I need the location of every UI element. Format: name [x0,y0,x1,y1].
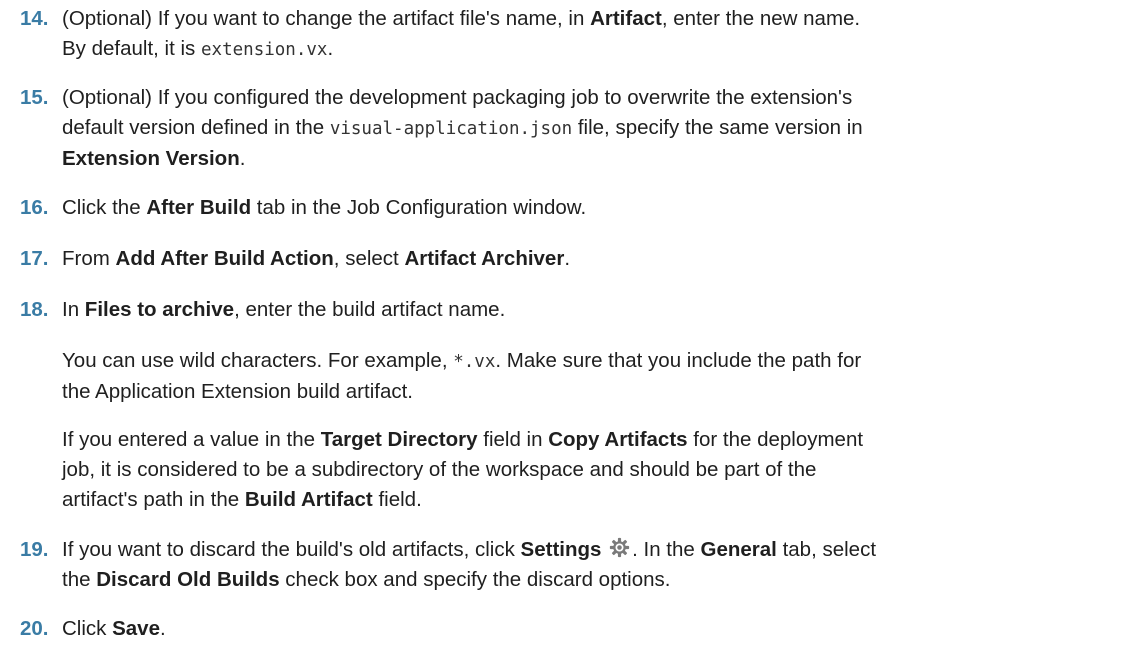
code-filename: extension.vx [201,40,328,60]
ui-term-artifact: Artifact [590,7,662,30]
step-text: In Files to archive, enter the build art… [62,298,506,321]
ui-term-target-directory: Target Directory [320,428,478,451]
ui-term-copy-artifacts: Copy Artifacts [548,428,688,451]
step-15: 15. (Optional) If you configured the dev… [0,83,1110,174]
ui-term-add-after-build-action: Add After Build Action [115,247,334,270]
code-filename: visual-application.json [329,119,573,139]
ui-term-settings: Settings [520,538,602,561]
step-number: 14. [20,7,49,30]
step-number: 20. [20,617,49,640]
ui-term-build-artifact: Build Artifact [244,488,373,511]
step-16: 16. Click the After Build tab in the Job… [0,193,1110,223]
step-text: If you want to discard the build's old a… [62,537,877,591]
ui-term-files-to-archive: Files to archive [84,298,235,321]
ui-term-general: General [700,538,777,561]
step-14: 14. (Optional) If you want to change the… [0,4,1110,65]
step-number: 17. [20,247,49,270]
step-18-note-target-directory: If you entered a value in the Target Dir… [62,428,864,511]
step-text: (Optional) If you configured the develop… [62,86,863,170]
gear-icon [609,537,630,558]
ui-term-artifact-archiver: Artifact Archiver [404,247,565,270]
step-17: 17. From Add After Build Action, select … [0,244,1110,274]
step-number: 16. [20,196,49,219]
step-number: 19. [20,538,49,561]
step-text: From Add After Build Action, select Arti… [62,247,571,270]
step-18-note-wildcards: You can use wild characters. For example… [62,349,862,403]
step-19: 19. If you want to discard the build's o… [0,535,1110,595]
step-18: 18. In Files to archive, enter the build… [0,295,1110,325]
ui-term-extension-version: Extension Version [62,147,240,170]
step-text: Click Save. [62,617,166,640]
step-20: 20. Click Save. [0,614,1110,644]
ui-term-discard-old-builds: Discard Old Builds [96,568,280,591]
step-text: (Optional) If you want to change the art… [62,7,861,60]
ui-term-save: Save [112,617,160,640]
code-wildcard: *.vx [453,352,496,372]
ui-term-after-build: After Build [146,196,252,219]
step-number: 15. [20,86,49,109]
step-text: Click the After Build tab in the Job Con… [62,196,587,219]
step-number: 18. [20,298,49,321]
document-page: 14. (Optional) If you want to change the… [0,0,1131,656]
